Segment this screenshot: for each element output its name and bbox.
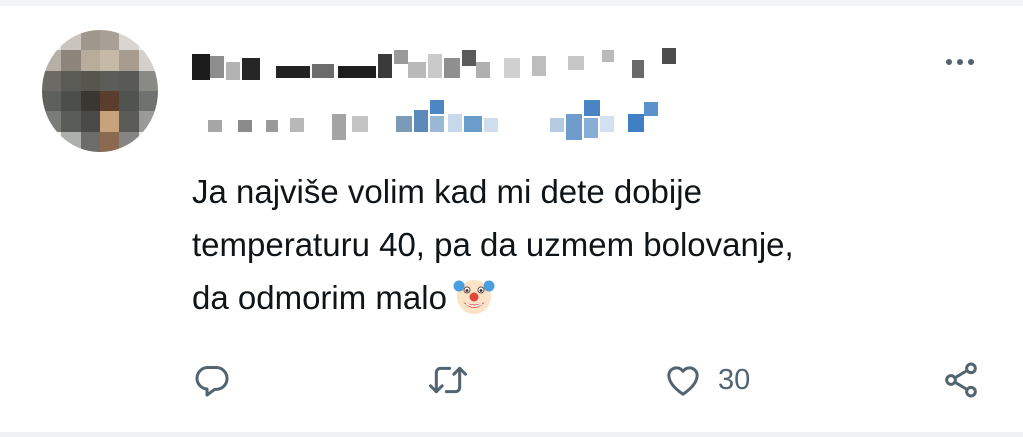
author-avatar[interactable] bbox=[42, 30, 158, 152]
author-name-blurred[interactable] bbox=[192, 44, 692, 84]
retweet-icon bbox=[426, 360, 470, 400]
share-button[interactable] bbox=[940, 352, 982, 408]
clown-face-icon bbox=[453, 276, 495, 331]
like-count: 30 bbox=[718, 363, 751, 396]
heart-icon bbox=[662, 360, 704, 400]
share-icon bbox=[940, 360, 982, 400]
tweet-text-line-content: da odmorim malo bbox=[192, 279, 447, 316]
reply-button[interactable] bbox=[192, 352, 232, 408]
tweet-text-line: temperaturu 40, pa da uzmem bolovanje, bbox=[192, 226, 794, 263]
bottom-divider bbox=[0, 432, 1023, 437]
tweet-text-line: da odmorim malo bbox=[192, 271, 972, 331]
author-handle-blurred[interactable] bbox=[192, 98, 672, 140]
more-icon bbox=[946, 59, 952, 65]
tweet-actions: 30 bbox=[0, 352, 1023, 408]
like-button[interactable]: 30 bbox=[662, 352, 750, 408]
tweet-text-line: Ja najviše volim kad mi dete dobije bbox=[192, 173, 702, 210]
more-options-button[interactable] bbox=[938, 50, 982, 74]
tweet-card: Ja najviše volim kad mi dete dobije temp… bbox=[0, 0, 1023, 437]
top-divider bbox=[0, 0, 1023, 6]
reply-icon bbox=[192, 360, 232, 400]
retweet-button[interactable] bbox=[426, 352, 470, 408]
tweet-text: Ja najviše volim kad mi dete dobije temp… bbox=[192, 165, 972, 331]
